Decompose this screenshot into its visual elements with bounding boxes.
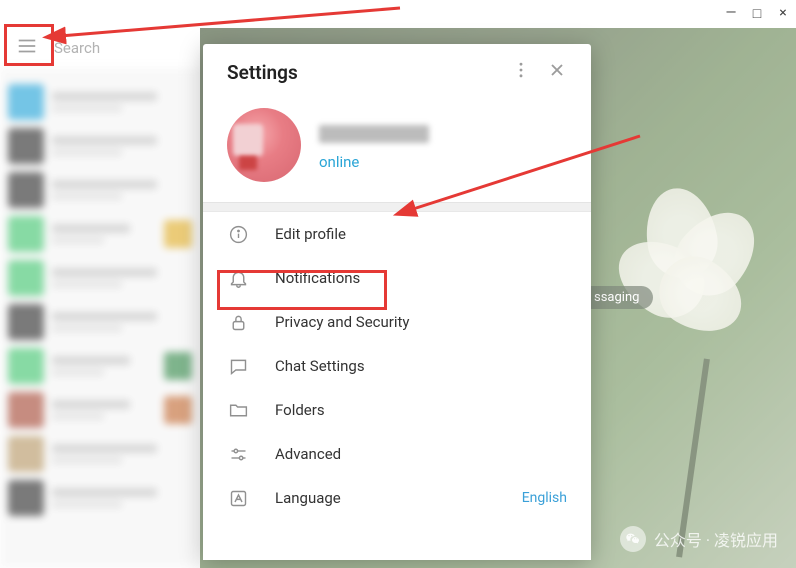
language-value: English [522, 490, 567, 506]
maximize-button[interactable]: □ [748, 4, 766, 22]
menu-label: Advanced [275, 445, 567, 463]
watermark: 公众号 · 凌锐应用 [620, 526, 778, 552]
wechat-icon [620, 526, 646, 552]
menu-advanced[interactable]: Advanced [203, 432, 591, 476]
close-settings-button[interactable] [539, 54, 575, 90]
annotation-arrow-2 [390, 130, 650, 304]
highlight-box-edit-profile [217, 270, 387, 310]
menu-chat-settings[interactable]: Chat Settings [203, 344, 591, 388]
menu-label: Folders [275, 401, 567, 419]
avatar [227, 108, 301, 182]
folder-icon [227, 399, 249, 421]
menu-language[interactable]: Language English [203, 476, 591, 520]
info-icon [227, 223, 249, 245]
menu-label: Language [275, 489, 496, 507]
menu-label: Privacy and Security [275, 313, 567, 331]
menu-label: Chat Settings [275, 357, 567, 375]
close-icon [547, 60, 567, 84]
language-icon [227, 487, 249, 509]
settings-title: Settings [227, 61, 503, 84]
lock-icon [227, 311, 249, 333]
minimize-button[interactable]: — [722, 4, 740, 22]
close-window-button[interactable]: × [774, 4, 792, 22]
annotation-arrow-1 [30, 2, 410, 56]
window-controls: — □ × [722, 4, 792, 22]
chat-icon [227, 355, 249, 377]
sliders-icon [227, 443, 249, 465]
menu-folders[interactable]: Folders [203, 388, 591, 432]
more-button[interactable] [503, 54, 539, 90]
watermark-text: 公众号 · 凌锐应用 [654, 527, 778, 551]
kebab-icon [511, 60, 531, 84]
